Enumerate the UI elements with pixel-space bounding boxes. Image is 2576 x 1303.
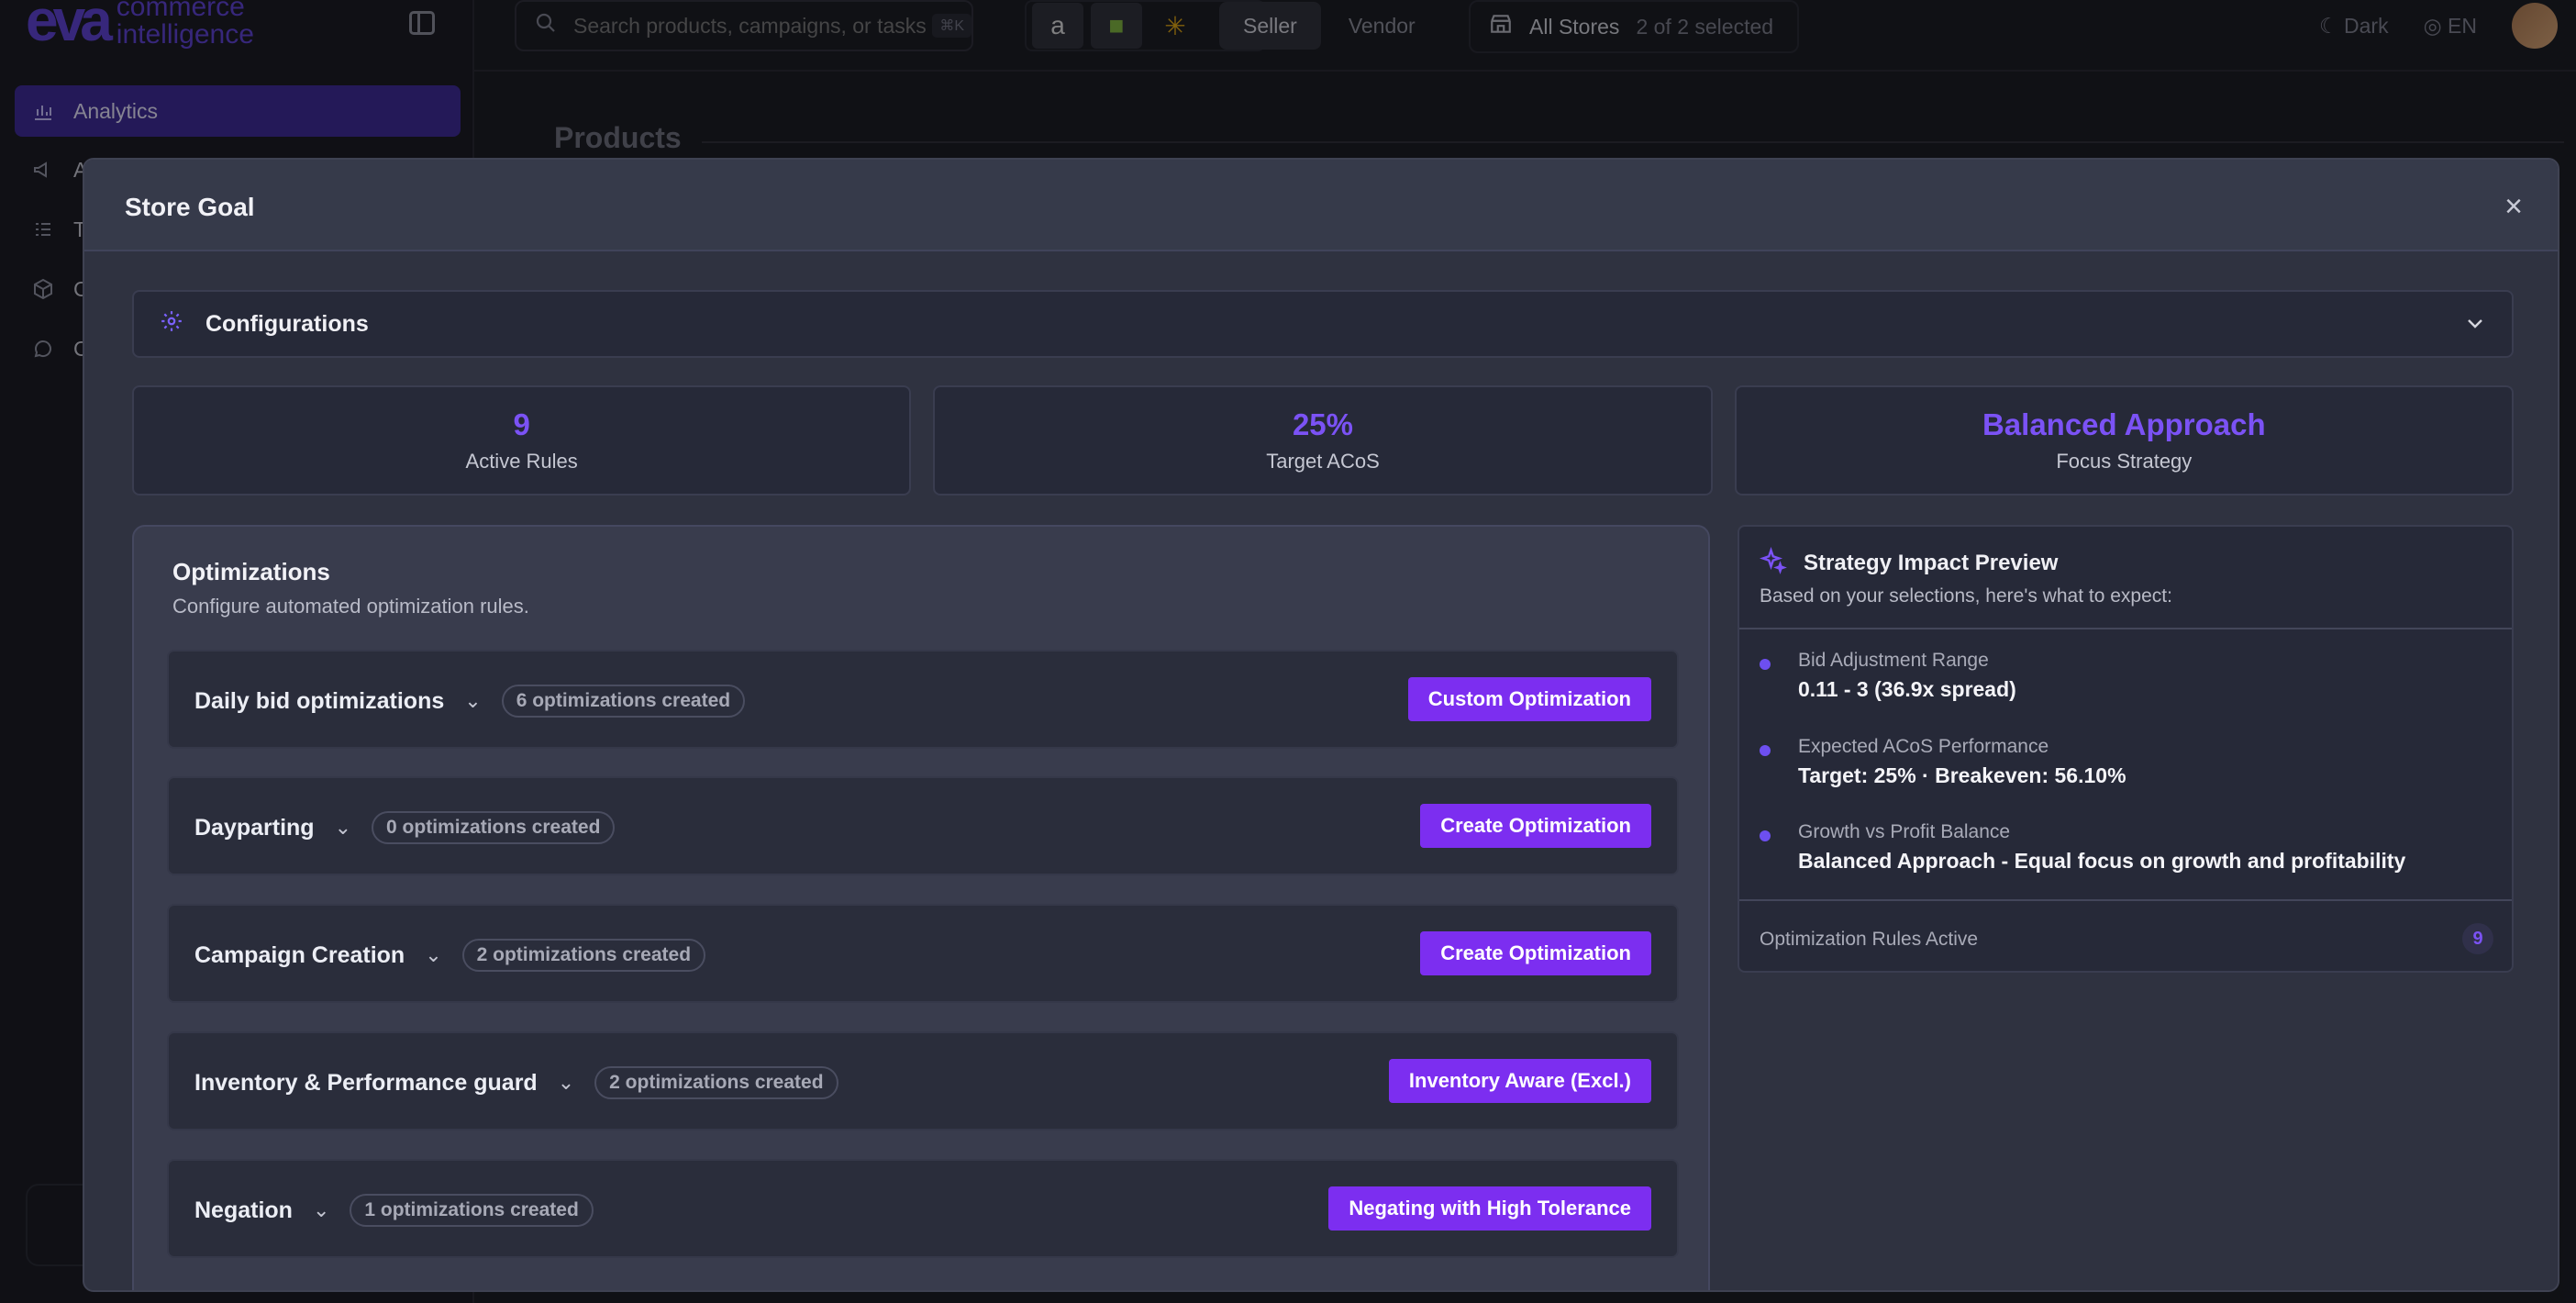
close-icon[interactable]: × xyxy=(2499,191,2528,222)
store-goal-modal: Store Goal × Configurations 9 Active Rul… xyxy=(83,158,2559,1292)
impact-footer: Optimization Rules Active 9 xyxy=(1739,899,2512,973)
chevron-down-icon: ⌄ xyxy=(557,1071,575,1094)
optimization-name: Inventory & Performance guard xyxy=(194,1069,538,1096)
optimization-toggle[interactable]: Daily bid optimizations ⌄ 6 optimization… xyxy=(194,685,746,718)
optimization-name: Campaign Creation xyxy=(194,941,405,968)
optimization-count-badge: 2 optimizations created xyxy=(594,1066,838,1099)
configurations-label: Configurations xyxy=(205,310,369,337)
stats-row: 9 Active Rules 25% Target ACoS Balanced … xyxy=(132,385,2514,496)
gear-icon xyxy=(160,309,191,340)
optimization-count-badge: 1 optimizations created xyxy=(350,1194,594,1227)
chevron-down-icon: ⌄ xyxy=(425,943,442,966)
rules-active-count-badge: 9 xyxy=(2462,923,2493,954)
optimization-toggle[interactable]: Dayparting ⌄ 0 optimizations created xyxy=(194,811,616,844)
optimizations-panel: Optimizations Configure automated optimi… xyxy=(132,525,1710,1290)
impact-item-value: Balanced Approach - Equal focus on growt… xyxy=(1798,849,2406,873)
create-optimization-button[interactable]: Create Optimization xyxy=(1420,804,1651,848)
optimization-toggle[interactable]: Negation ⌄ 1 optimizations created xyxy=(194,1194,594,1227)
stat-focus-strategy: Balanced Approach Focus Strategy xyxy=(1734,385,2514,496)
impact-item-label: Bid Adjustment Range xyxy=(1798,650,1989,671)
optimization-row-campaign-creation: Campaign Creation ⌄ 2 optimizations crea… xyxy=(167,904,1679,1003)
modal-header: Store Goal × xyxy=(84,160,2558,251)
optimizations-description: Configure automated optimization rules. xyxy=(172,595,529,618)
optimization-row-dayparting: Dayparting ⌄ 0 optimizations created Cre… xyxy=(167,776,1679,875)
impact-item-label: Expected ACoS Performance xyxy=(1798,736,2049,757)
stat-value: Balanced Approach xyxy=(1982,407,2266,441)
optimization-count-badge: 0 optimizations created xyxy=(372,811,616,844)
stat-value: 9 xyxy=(513,407,530,441)
rules-active-label: Optimization Rules Active xyxy=(1760,929,1979,950)
optimization-count-badge: 2 optimizations created xyxy=(461,939,706,972)
strategy-impact-preview: Strategy Impact Preview Based on your se… xyxy=(1738,525,2514,973)
bullet-dot xyxy=(1760,745,1771,756)
stat-caption: Focus Strategy xyxy=(2056,450,2193,473)
bullet-dot xyxy=(1760,830,1771,841)
optimization-name: Negation xyxy=(194,1197,293,1223)
stat-value: 25% xyxy=(1292,407,1354,441)
bullet-dot xyxy=(1760,659,1771,670)
optimization-toggle[interactable]: Campaign Creation ⌄ 2 optimizations crea… xyxy=(194,939,706,972)
impact-subtitle: Based on your selections, here's what to… xyxy=(1760,585,2172,607)
optimization-name: Daily bid optimizations xyxy=(194,687,445,714)
optimization-toggle[interactable]: Inventory & Performance guard ⌄ 2 optimi… xyxy=(194,1066,838,1099)
chevron-down-icon xyxy=(2464,312,2486,340)
chevron-down-icon: ⌄ xyxy=(312,1198,330,1221)
impact-item-value: Target: 25% · Breakeven: 56.10% xyxy=(1798,763,2126,787)
create-optimization-button[interactable]: Create Optimization xyxy=(1420,931,1651,975)
stat-target-acos: 25% Target ACoS xyxy=(933,385,1713,496)
impact-item-label: Growth vs Profit Balance xyxy=(1798,821,2011,842)
optimizations-title: Optimizations xyxy=(172,558,330,585)
optimization-row-inventory-guard: Inventory & Performance guard ⌄ 2 optimi… xyxy=(167,1031,1679,1130)
optimization-count-badge: 6 optimizations created xyxy=(501,685,746,718)
sparkle-icon xyxy=(1759,546,1787,582)
impact-title: Strategy Impact Preview xyxy=(1804,551,2059,575)
impact-item-value: 0.11 - 3 (36.9x spread) xyxy=(1798,677,2016,701)
stat-caption: Active Rules xyxy=(465,450,578,473)
chevron-down-icon: ⌄ xyxy=(464,689,482,712)
impact-header: Strategy Impact Preview Based on your se… xyxy=(1739,527,2512,629)
optimization-row-negation: Negation ⌄ 1 optimizations created Negat… xyxy=(167,1159,1679,1258)
negation-tolerance-button[interactable]: Negating with High Tolerance xyxy=(1328,1186,1651,1231)
chevron-down-icon: ⌄ xyxy=(334,816,352,839)
inventory-aware-button[interactable]: Inventory Aware (Excl.) xyxy=(1388,1059,1651,1103)
modal-title: Store Goal xyxy=(125,193,255,221)
configurations-accordion[interactable]: Configurations xyxy=(132,290,2514,358)
stat-caption: Target ACoS xyxy=(1266,450,1380,473)
optimization-row-daily-bid: Daily bid optimizations ⌄ 6 optimization… xyxy=(167,650,1679,749)
optimization-name: Dayparting xyxy=(194,814,315,841)
custom-optimization-button[interactable]: Custom Optimization xyxy=(1407,677,1651,721)
stat-active-rules: 9 Active Rules xyxy=(132,385,912,496)
